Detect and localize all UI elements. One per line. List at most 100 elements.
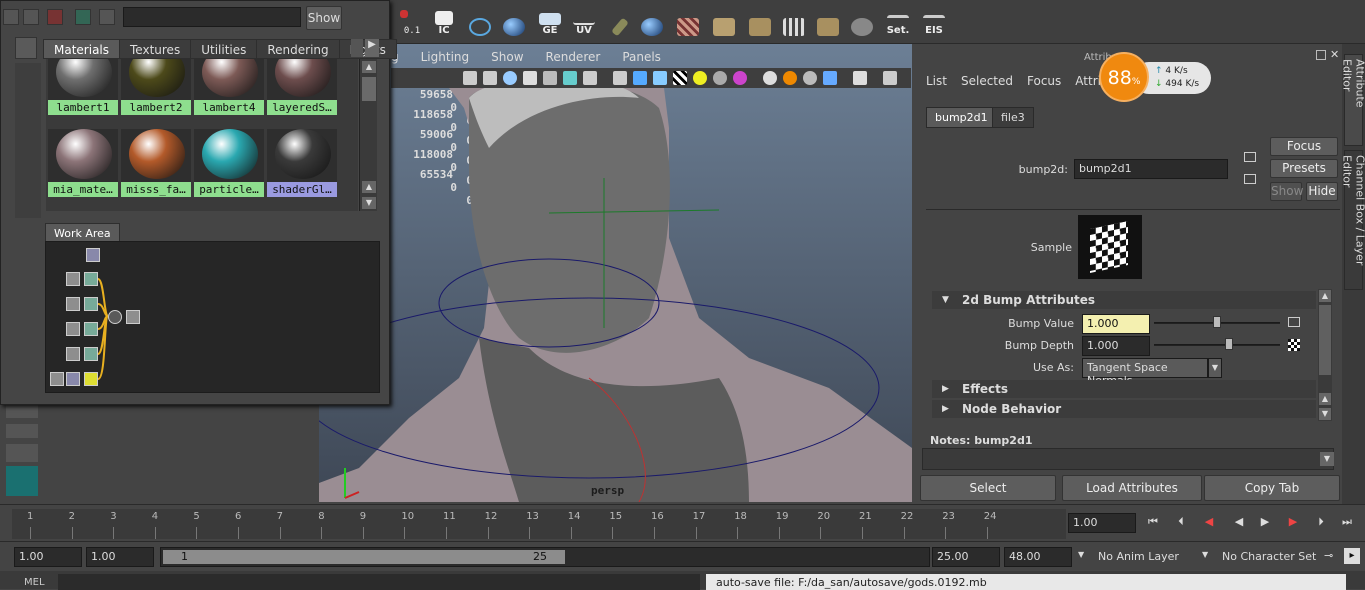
eis-key-icon[interactable]: EIS — [920, 6, 948, 36]
character-model[interactable] — [319, 88, 912, 502]
graph-icon[interactable] — [3, 9, 19, 25]
playback-start-field[interactable]: 1.00 — [86, 547, 154, 567]
attribute-scrollbar[interactable]: ▲ ▲ ▼ — [1318, 289, 1332, 421]
chevron-down-icon-2[interactable]: ▼ — [1202, 550, 1208, 559]
input-connection-icon[interactable] — [1244, 152, 1256, 162]
network-monitor-widget[interactable]: ↑ 4 K/s ↓ 494 K/s 88% — [1099, 52, 1211, 102]
step-back-frame-icon[interactable]: ◀ — [1202, 515, 1216, 529]
tab-materials[interactable]: Materials — [43, 39, 121, 59]
shadow-icon[interactable] — [733, 71, 747, 85]
step-back-key-icon[interactable]: ⏴ — [1174, 515, 1188, 529]
range-bar[interactable]: 1 25 — [160, 547, 930, 567]
wireframe-icon[interactable] — [463, 71, 477, 85]
layout-icon-3[interactable] — [6, 444, 38, 462]
prefs-icon[interactable]: ▸ — [1344, 548, 1360, 564]
maximize-icon[interactable] — [1316, 50, 1326, 60]
render-icon[interactable] — [47, 9, 63, 25]
section-effects[interactable]: ▶ Effects — [932, 380, 1316, 398]
lights-icon[interactable] — [563, 71, 577, 85]
use-as-dropdown[interactable]: Tangent Space Normals — [1082, 358, 1208, 387]
snapping-icon[interactable]: 0.1 — [398, 6, 426, 36]
scroll-thumb[interactable] — [1319, 305, 1331, 375]
play-forwards-icon[interactable]: ▶ — [1258, 515, 1272, 529]
bump-depth-knob[interactable] — [1225, 338, 1233, 350]
bump-depth-slider[interactable] — [1154, 344, 1280, 346]
menu-focus[interactable]: Focus — [1027, 74, 1061, 88]
playback-end-field[interactable]: 25.00 — [932, 547, 1000, 567]
menu-show[interactable]: Show — [491, 50, 523, 66]
material-swatch[interactable]: lambert4 — [194, 59, 264, 115]
end-time-field[interactable]: 48.00 — [1004, 547, 1072, 567]
map-button-icon[interactable] — [1288, 317, 1300, 327]
tab-right-arrow-icon[interactable]: ▶ — [365, 39, 379, 57]
tab-textures[interactable]: Textures — [119, 39, 192, 59]
command-input[interactable] — [58, 574, 700, 590]
search-input[interactable] — [123, 7, 301, 27]
work-area-graph[interactable] — [45, 241, 380, 393]
move-icon[interactable] — [746, 6, 774, 36]
character-set-dropdown[interactable]: No Character Set — [1222, 550, 1316, 563]
timeline-ruler[interactable]: 1 2 3 4 5 6 7 8 9 10 11 12 13 14 15 16 17 18 19 20 21 22 23 24 — [12, 509, 1066, 539]
viewport-panel[interactable]: g Lighting Show Renderer Panels 5965800 … — [319, 44, 912, 502]
scroll-down-icon[interactable]: ▼ — [362, 197, 376, 209]
tab-file3[interactable]: file3 — [992, 107, 1034, 128]
scroll-up-icon-2[interactable]: ▲ — [362, 181, 376, 193]
menu-selected[interactable]: Selected — [961, 74, 1013, 88]
grid-icon[interactable] — [780, 6, 808, 36]
bump-value-knob[interactable] — [1213, 316, 1221, 328]
half-sphere-icon[interactable] — [803, 71, 817, 85]
swatch-size-icon[interactable] — [15, 37, 37, 59]
step-forward-key-icon[interactable]: ⏵ — [1314, 515, 1328, 529]
tab-left-arrow-icon[interactable] — [351, 39, 363, 57]
start-time-field[interactable]: 1.00 — [14, 547, 82, 567]
material-swatch[interactable]: particle… — [194, 129, 264, 197]
output-connection-icon[interactable] — [1244, 174, 1256, 184]
load-attributes-button[interactable]: Load Attributes — [1062, 475, 1202, 501]
crate-icon[interactable] — [710, 6, 738, 36]
close-icon[interactable]: ✕ — [1330, 48, 1339, 61]
text-icon[interactable] — [583, 71, 597, 85]
globe-icon[interactable] — [848, 6, 876, 36]
scroll-down-icon[interactable]: ▼ — [1319, 408, 1331, 420]
material-swatch[interactable]: mia_mate… — [48, 129, 118, 197]
ambient-icon[interactable] — [713, 71, 727, 85]
boxes-icon[interactable] — [814, 6, 842, 36]
show-button[interactable]: Show — [1270, 182, 1303, 201]
chevron-down-icon[interactable]: ▼ — [1208, 358, 1222, 378]
go-to-start-icon[interactable]: ⏮ — [1146, 515, 1160, 529]
smooth-shade-icon[interactable] — [503, 71, 517, 85]
menu-list[interactable]: List — [926, 74, 947, 88]
uv-icon[interactable]: UV — [570, 6, 598, 36]
cube-blue-icon[interactable] — [633, 71, 647, 85]
anim-layer-dropdown[interactable]: No Anim Layer — [1098, 550, 1179, 563]
tab-attribute-editor[interactable]: Attribute Editor — [1341, 54, 1365, 146]
menu-icon[interactable] — [23, 9, 39, 25]
menu-renderer[interactable]: Renderer — [546, 50, 601, 66]
material-swatch[interactable]: layeredS… — [267, 59, 337, 115]
bump-depth-field[interactable]: 1.000 — [1082, 336, 1150, 356]
cube-icon[interactable] — [613, 71, 627, 85]
show-button[interactable]: Show — [306, 6, 342, 30]
key-icon[interactable]: ⊸ — [1324, 549, 1333, 562]
tab-utilities[interactable]: Utilities — [190, 39, 258, 59]
step-forward-frame-icon[interactable]: ▶ — [1286, 515, 1300, 529]
notes-expand-icon[interactable]: ▼ — [1320, 452, 1334, 466]
bump-value-field[interactable]: 1.000 — [1082, 314, 1150, 334]
flat-shade-icon[interactable] — [523, 71, 537, 85]
cube-light-icon[interactable] — [653, 71, 667, 85]
curve-icon[interactable] — [466, 6, 494, 36]
chevron-down-icon[interactable]: ▼ — [1078, 550, 1084, 559]
tab-bump2d1[interactable]: bump2d1 — [926, 107, 997, 128]
layout-icon[interactable] — [99, 9, 115, 25]
tab-channel-box[interactable]: Channel Box / Layer Editor — [1341, 150, 1365, 290]
notes-field[interactable] — [922, 448, 1334, 470]
hide-button[interactable]: Hide — [1306, 182, 1338, 201]
ic-script-icon[interactable]: IC — [430, 6, 458, 36]
layout-icon[interactable] — [6, 404, 38, 418]
focus-button[interactable]: Focus — [1270, 137, 1338, 156]
material-swatch[interactable]: misss_fa… — [121, 129, 191, 197]
camera-icon[interactable] — [75, 9, 91, 25]
sphere-white-icon[interactable] — [763, 71, 777, 85]
scroll-up-icon[interactable]: ▲ — [362, 61, 376, 73]
scroll-up-icon[interactable]: ▲ — [1319, 290, 1331, 302]
